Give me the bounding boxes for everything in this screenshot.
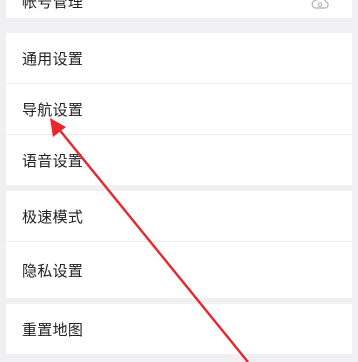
cloud-user-icon [311,0,329,9]
settings-item-label: 帐号管理 [22,0,84,11]
settings-item-label: 隐私设置 [22,261,84,280]
settings-item-label: 极速模式 [22,207,84,226]
settings-item-label: 导航设置 [22,100,84,119]
settings-item-account[interactable]: 帐号管理 [6,0,352,18]
settings-item-label: 重置地图 [22,320,84,339]
settings-item-speed-mode[interactable]: 极速模式 [6,191,352,241]
settings-item-general[interactable]: 通用设置 [6,33,352,83]
settings-item-reset-map[interactable]: 重置地图 [6,304,352,354]
settings-item-label: 通用设置 [22,49,84,68]
settings-item-privacy[interactable]: 隐私设置 [6,242,352,298]
settings-item-voice[interactable]: 语音设置 [6,135,352,185]
settings-item-navigation[interactable]: 导航设置 [6,84,352,134]
settings-item-label: 语音设置 [22,151,84,170]
